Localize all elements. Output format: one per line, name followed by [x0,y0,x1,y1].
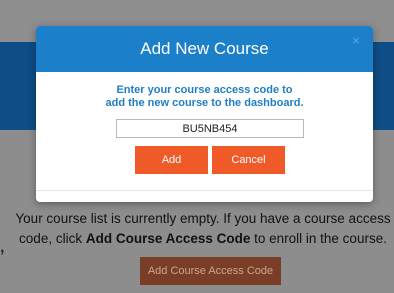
course-access-code-input[interactable] [116,119,304,138]
add-course-modal: Add New Course × Enter your course acces… [36,26,373,202]
background-left-mark: , [0,239,5,256]
prompt-line-2: add the new course to the dashboard. [105,97,304,109]
prompt-line-1: Enter your course access code to [116,84,293,96]
empty-msg-text-2: to enroll in the course. [250,231,387,246]
modal-header: Add New Course × [36,26,373,72]
modal-title: Add New Course [140,39,269,58]
add-course-access-code-button[interactable]: Add Course Access Code [140,257,281,285]
cancel-button[interactable]: Cancel [212,146,285,174]
add-button[interactable]: Add [135,146,208,174]
empty-course-list-message: Your course list is currently empty. If … [12,209,394,249]
close-icon[interactable]: × [349,34,363,48]
modal-footer-divider [36,190,373,191]
access-code-prompt: Enter your course access code to add the… [36,84,373,110]
empty-msg-bold-link-text: Add Course Access Code [85,231,251,246]
